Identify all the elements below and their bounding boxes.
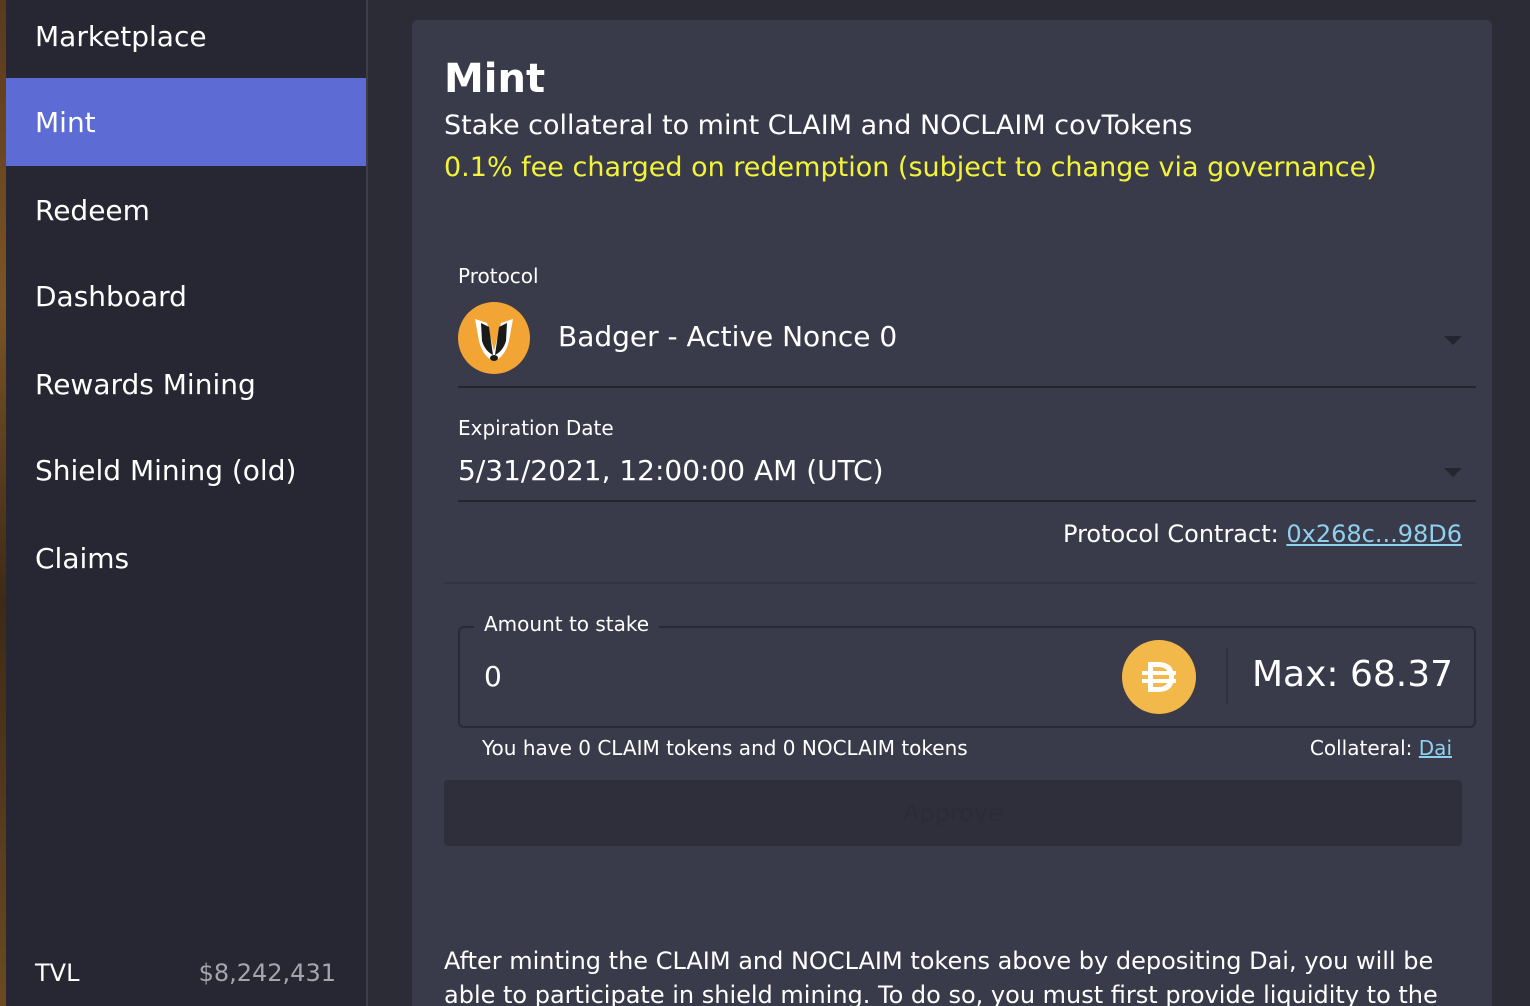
max-button[interactable]: Max: 68.37: [1252, 654, 1453, 695]
sidebar-item-mint[interactable]: Mint: [6, 78, 366, 166]
stake-input-box: Amount to stake 0 Max: 68.37: [458, 612, 1476, 728]
protocol-contract-link[interactable]: 0x268c...98D6: [1286, 520, 1462, 548]
chevron-down-icon: [1444, 468, 1462, 477]
sidebar-item-dashboard[interactable]: Dashboard: [6, 252, 366, 340]
sidebar-item-label: Mint: [35, 105, 96, 139]
mint-panel: Mint Stake collateral to mint CLAIM and …: [412, 20, 1492, 1006]
protocol-label: Protocol: [458, 264, 539, 288]
approve-button[interactable]: Approve: [444, 780, 1462, 846]
collateral-label: Collateral:: [1309, 736, 1419, 760]
page-subtitle: Stake collateral to mint CLAIM and NOCLA…: [444, 110, 1193, 141]
collateral-row: Collateral: Dai: [1310, 736, 1452, 760]
collateral-link[interactable]: Dai: [1419, 736, 1452, 760]
protocol-contract-label: Protocol Contract:: [1063, 520, 1287, 548]
tvl-row: TVL $8,242,431: [6, 950, 366, 996]
tvl-label: TVL: [35, 959, 80, 987]
sidebar-item-claims[interactable]: Claims: [6, 514, 366, 602]
token-balance-text: You have 0 CLAIM tokens and 0 NOCLAIM to…: [482, 736, 968, 760]
expiration-label: Expiration Date: [458, 416, 614, 440]
stake-amount-input[interactable]: 0: [484, 660, 1084, 693]
sidebar-item-shield-mining-old[interactable]: Shield Mining (old): [6, 426, 366, 514]
sidebar-item-label: Rewards Mining: [35, 367, 256, 401]
shield-mining-info: After minting the CLAIM and NOCLAIM toke…: [444, 947, 1438, 1006]
fee-notice: 0.1% fee charged on redemption (subject …: [444, 152, 1377, 183]
protocol-select-value: Badger - Active Nonce 0: [558, 320, 898, 353]
stake-separator: [1226, 648, 1228, 704]
protocol-select[interactable]: Badger - Active Nonce 0: [458, 302, 1476, 388]
chevron-down-icon: [1444, 336, 1462, 345]
stake-label: Amount to stake: [474, 612, 660, 636]
dai-icon: [1122, 640, 1196, 714]
section-divider: [444, 582, 1476, 584]
sidebar-item-label: Claims: [35, 541, 130, 575]
sidebar-item-label: Shield Mining (old): [35, 453, 297, 487]
sidebar-item-redeem[interactable]: Redeem: [6, 166, 366, 254]
sidebar-item-label: Marketplace: [35, 19, 207, 53]
sidebar-item-label: Dashboard: [35, 279, 187, 313]
expiration-select-value: 5/31/2021, 12:00:00 AM (UTC): [458, 454, 884, 487]
badger-icon: [458, 302, 530, 374]
sidebar: Marketplace Mint Redeem Dashboard Reward…: [6, 0, 368, 1006]
sidebar-item-rewards-mining[interactable]: Rewards Mining: [6, 340, 366, 428]
protocol-contract-row: Protocol Contract: 0x268c...98D6: [1063, 520, 1462, 548]
tvl-value: $8,242,431: [198, 959, 336, 987]
page-title: Mint: [444, 56, 546, 102]
sidebar-item-marketplace[interactable]: Marketplace: [6, 0, 366, 80]
expiration-select[interactable]: 5/31/2021, 12:00:00 AM (UTC): [458, 450, 1476, 502]
sidebar-item-label: Redeem: [35, 193, 150, 227]
